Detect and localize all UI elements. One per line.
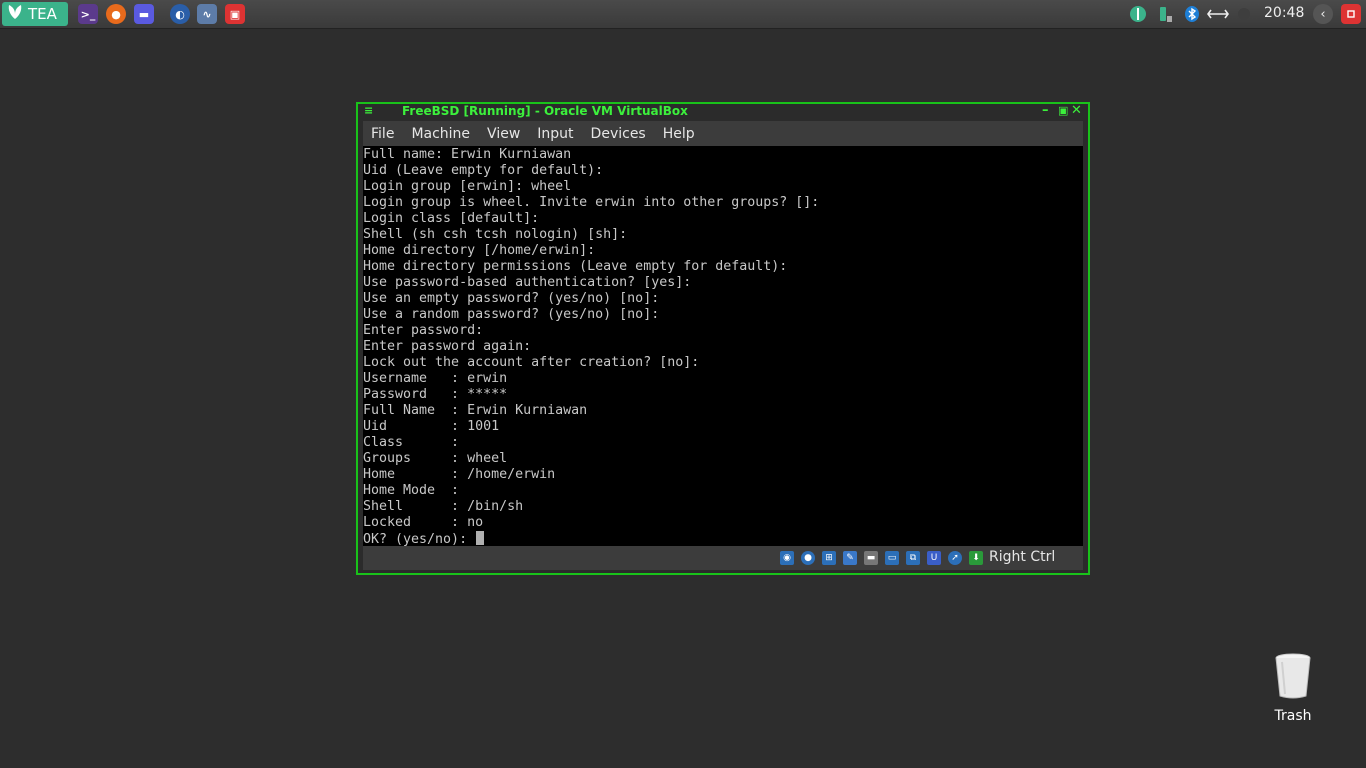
terminal-line: Login group is wheel. Invite erwin into … (363, 195, 820, 210)
terminal-line: Uid (Leave empty for default): (363, 163, 604, 178)
window-menu-icon[interactable]: ≡ (364, 104, 373, 117)
chevron-left-icon[interactable]: ‹ (1313, 4, 1333, 24)
application-menu-button[interactable]: TEA (2, 2, 68, 26)
terminal-line: Enter password: (363, 323, 484, 338)
file-manager-icon[interactable]: ▬ (134, 4, 154, 24)
terminal-prompt: OK? (yes/no): (363, 532, 476, 547)
hard-disk-icon[interactable]: ◉ (780, 551, 794, 565)
terminal-line: Groups : wheel (363, 451, 508, 466)
system-monitor-icon[interactable]: ∿ (197, 4, 217, 24)
terminal-line: Use an empty password? (yes/no) [no]: (363, 291, 660, 306)
window-titlebar[interactable]: ≡ FreeBSD [Running] - Oracle VM VirtualB… (358, 103, 1088, 120)
window-menubar: File Machine View Input Devices Help (363, 121, 1083, 146)
virtualbox-icon[interactable]: ▣ (225, 4, 245, 24)
battery-icon[interactable] (1155, 4, 1175, 24)
shutdown-icon[interactable] (1341, 4, 1361, 24)
shared-folders-icon[interactable]: ▬ (864, 551, 878, 565)
terminal-line: Full Name : Erwin Kurniawan (363, 403, 588, 418)
terminal-line: Class : (363, 435, 460, 450)
terminal-line: Home : /home/erwin (363, 467, 556, 482)
virtualbox-window[interactable]: ≡ FreeBSD [Running] - Oracle VM VirtualB… (356, 102, 1090, 575)
terminal-line: Use password-based authentication? [yes]… (363, 275, 692, 290)
vm-screen[interactable]: Full name: Erwin Kurniawan Uid (Leave emp… (363, 146, 1083, 548)
menu-input[interactable]: Input (529, 126, 582, 142)
terminal-line: Login class [default]: (363, 211, 540, 226)
terminal-line: Lock out the account after creation? [no… (363, 355, 700, 370)
terminal-line: Shell (sh csh tcsh nologin) [sh]: (363, 227, 628, 242)
mouse-integration-icon[interactable]: ➚ (948, 551, 962, 565)
terminal-line: Locked : no (363, 515, 484, 530)
terminal-icon[interactable]: >_ (78, 4, 98, 24)
host-key-label: Right Ctrl (989, 549, 1056, 565)
terminal-line: Password : ***** (363, 387, 508, 402)
terminal-line: Home directory [/home/erwin]: (363, 243, 596, 258)
menu-file[interactable]: File (363, 126, 403, 142)
display-icon[interactable]: ▭ (885, 551, 899, 565)
trash-icon (1273, 653, 1313, 704)
usb-icon[interactable]: ✎ (843, 551, 857, 565)
keyboard-capture-icon[interactable]: ⬇ (969, 551, 983, 565)
terminal-line: Login group [erwin]: wheel (363, 179, 572, 194)
close-icon[interactable]: ✕ (1071, 103, 1082, 118)
trash-desktop-icon[interactable]: Trash (1262, 652, 1324, 724)
leaf-logo-icon (6, 3, 24, 25)
menu-devices[interactable]: Devices (583, 126, 655, 142)
cpu-icon[interactable]: U (927, 551, 941, 565)
terminal-line: Enter password again: (363, 339, 532, 354)
trash-label: Trash (1274, 708, 1312, 724)
application-menu-label: TEA (28, 5, 57, 23)
network-connection-icon[interactable] (1206, 4, 1230, 24)
minimize-icon[interactable]: – (1042, 103, 1049, 118)
clock[interactable]: 20:48 (1264, 5, 1304, 21)
terminal-line: Full name: Erwin Kurniawan (363, 147, 572, 162)
vm-statusbar: ◉ ● ⊞ ✎ ▬ ▭ ⧉ U ➚ ⬇ Right Ctrl (363, 546, 1083, 570)
terminal-line: Home Mode : (363, 483, 460, 498)
terminal-cursor[interactable] (476, 531, 485, 545)
network-adapter-icon[interactable]: ⊞ (822, 551, 836, 565)
recording-icon[interactable]: ⧉ (906, 551, 920, 565)
terminal-output: Full name: Erwin Kurniawan Uid (Leave emp… (363, 147, 819, 548)
menu-help[interactable]: Help (655, 126, 704, 142)
top-panel: TEA >_ ● ▬ ◐ ∿ ▣ 20:48 ‹ (0, 0, 1366, 29)
maximize-icon[interactable]: ▣ (1058, 104, 1068, 117)
menu-view[interactable]: View (479, 126, 529, 142)
terminal-line: Username : erwin (363, 371, 508, 386)
window-title: FreeBSD [Running] - Oracle VM VirtualBox (402, 104, 688, 118)
volume-icon[interactable] (1234, 4, 1254, 24)
browser-icon[interactable]: ◐ (170, 4, 190, 24)
terminal-line: Shell : /bin/sh (363, 499, 524, 514)
terminal-line: Home directory permissions (Leave empty … (363, 259, 788, 274)
network-shield-icon[interactable] (1128, 4, 1148, 24)
terminal-line: Uid : 1001 (363, 419, 500, 434)
optical-drive-icon[interactable]: ● (801, 551, 815, 565)
firefox-icon[interactable]: ● (106, 4, 126, 24)
bluetooth-icon[interactable] (1182, 4, 1202, 24)
terminal-line: Use a random password? (yes/no) [no]: (363, 307, 660, 322)
menu-machine[interactable]: Machine (403, 126, 479, 142)
